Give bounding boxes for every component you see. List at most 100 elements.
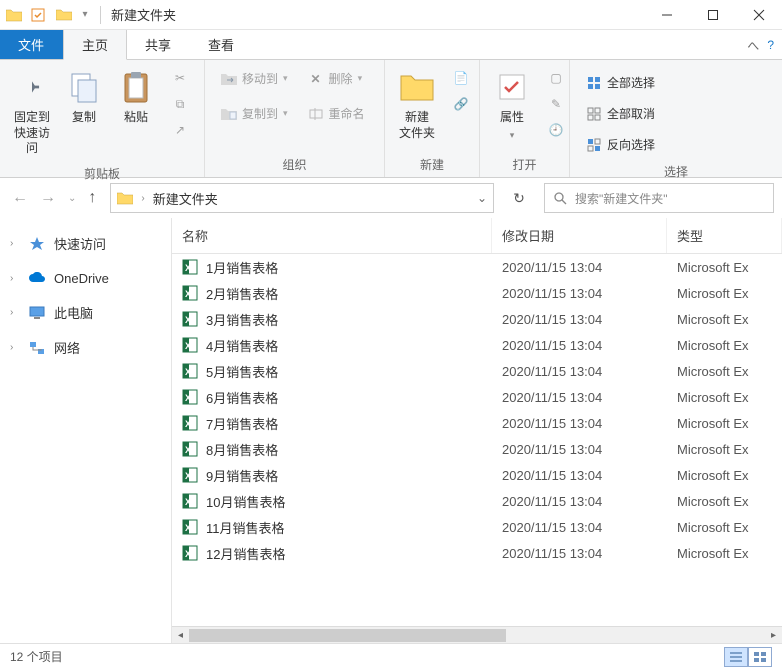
col-name[interactable]: 名称 [172,218,492,253]
cell-name: X2月销售表格 [172,284,492,303]
file-name: 6月销售表格 [206,388,278,407]
paste-shortcut-button[interactable]: ↗ [166,118,194,142]
copy-button[interactable]: 复制 [58,64,110,130]
copyto-icon [221,106,237,122]
table-row[interactable]: X8月销售表格2020/11/15 13:04Microsoft Ex [172,436,782,462]
table-row[interactable]: X1月销售表格2020/11/15 13:04Microsoft Ex [172,254,782,280]
history-button[interactable]: 🕘 [542,118,570,142]
cell-date: 2020/11/15 13:04 [492,416,667,431]
open-button[interactable]: ▢ [542,66,570,90]
close-button[interactable] [736,0,782,30]
rename-button[interactable]: 重命名 [302,101,371,126]
qat-folder-icon[interactable] [52,3,76,27]
file-name: 3月销售表格 [206,310,278,329]
paste-button[interactable]: 粘贴 [110,64,162,130]
qat-properties-icon[interactable] [26,3,50,27]
table-row[interactable]: X12月销售表格2020/11/15 13:04Microsoft Ex [172,540,782,566]
col-date[interactable]: 修改日期 [492,218,667,253]
sidebar-item-network[interactable]: › 网络 [0,330,171,365]
invert-label: 反向选择 [607,136,655,153]
table-row[interactable]: X9月销售表格2020/11/15 13:04Microsoft Ex [172,462,782,488]
invert-button[interactable]: 反向选择 [580,132,661,157]
file-name: 10月销售表格 [206,492,285,511]
view-details-button[interactable] [724,647,748,667]
cell-name: X1月销售表格 [172,258,492,277]
cell-type: Microsoft Ex [667,520,782,535]
file-name: 5月销售表格 [206,362,278,381]
newfolder-button[interactable]: 新建 文件夹 [391,64,443,145]
horizontal-scrollbar[interactable]: ◂ ▸ [172,626,782,643]
newitem-button[interactable]: 📄 [447,66,475,90]
chevron-down-icon: ▾ [358,73,363,84]
recent-dropdown[interactable]: ⌄ [68,193,76,204]
cell-date: 2020/11/15 13:04 [492,364,667,379]
chevron-down-icon: ▾ [283,108,288,119]
tab-share[interactable]: 共享 [127,30,190,59]
ribbon: 固定到 快速访问 复制 粘贴 ✂ ⧉ ↗ 剪贴板 [0,60,782,178]
qat-dropdown-icon[interactable]: ▾ [78,3,92,27]
group-clipboard: 固定到 快速访问 复制 粘贴 ✂ ⧉ ↗ 剪贴板 [0,60,205,177]
search-input[interactable]: 搜索"新建文件夹" [544,183,774,213]
properties-label: 属性 [500,110,524,126]
table-row[interactable]: X4月销售表格2020/11/15 13:04Microsoft Ex [172,332,782,358]
sidebar-item-quickaccess[interactable]: › 快速访问 [0,226,171,261]
sidebar-item-onedrive[interactable]: › OneDrive [0,261,171,295]
properties-button[interactable]: 属性 ▾ [486,64,538,145]
svg-text:X: X [185,445,191,455]
scroll-right-icon[interactable]: ▸ [765,630,782,641]
file-name: 1月销售表格 [206,258,278,277]
minimize-button[interactable] [644,0,690,30]
edit-icon: ✎ [548,96,564,112]
cell-name: X10月销售表格 [172,492,492,511]
tab-view[interactable]: 查看 [190,30,253,59]
maximize-button[interactable] [690,0,736,30]
svg-text:X: X [185,471,191,481]
nav-bar: ← → ⌄ ↑ › 新建文件夹 ⌄ ↻ 搜索"新建文件夹" [0,178,782,218]
table-row[interactable]: X6月销售表格2020/11/15 13:04Microsoft Ex [172,384,782,410]
group-select: 全部选择 全部取消 反向选择 选择 [570,60,782,177]
sidebar-item-thispc[interactable]: › 此电脑 [0,295,171,330]
paste-label: 粘贴 [124,110,148,126]
back-button[interactable]: ← [12,189,28,207]
table-row[interactable]: X3月销售表格2020/11/15 13:04Microsoft Ex [172,306,782,332]
moveto-button[interactable]: 移动到 ▾ [215,66,294,91]
table-row[interactable]: X10月销售表格2020/11/15 13:04Microsoft Ex [172,488,782,514]
delete-button[interactable]: ✕ 删除 ▾ [302,66,371,91]
up-button[interactable]: ↑ [88,189,96,207]
breadcrumb[interactable]: 新建文件夹 [153,189,469,208]
selectall-button[interactable]: 全部选择 [580,70,661,95]
edit-button[interactable]: ✎ [542,92,570,116]
selectall-icon [586,75,602,91]
address-dropdown-icon[interactable]: ⌄ [477,191,487,205]
cell-date: 2020/11/15 13:04 [492,338,667,353]
table-row[interactable]: X7月销售表格2020/11/15 13:04Microsoft Ex [172,410,782,436]
cut-button[interactable]: ✂ [166,66,194,90]
pin-quickaccess-button[interactable]: 固定到 快速访问 [6,64,58,161]
cell-type: Microsoft Ex [667,416,782,431]
copyto-button[interactable]: 复制到 ▾ [215,101,294,126]
forward-button[interactable]: → [40,189,56,207]
cell-type: Microsoft Ex [667,468,782,483]
tab-file[interactable]: 文件 [0,30,63,59]
chevron-right-icon: › [10,238,20,249]
ribbon-collapse[interactable]: へ ? [747,30,774,60]
copypath-button[interactable]: ⧉ [166,92,194,116]
scroll-thumb[interactable] [189,629,506,642]
col-type[interactable]: 类型 [667,218,782,253]
cell-name: X9月销售表格 [172,466,492,485]
search-icon [553,191,567,205]
table-row[interactable]: X5月销售表格2020/11/15 13:04Microsoft Ex [172,358,782,384]
scroll-left-icon[interactable]: ◂ [172,630,189,641]
window-title: 新建文件夹 [105,5,644,24]
address-bar[interactable]: › 新建文件夹 ⌄ [110,183,494,213]
scroll-track[interactable] [189,627,765,643]
help-icon[interactable]: ? [767,38,774,52]
refresh-button[interactable]: ↻ [504,190,534,207]
selectnone-button[interactable]: 全部取消 [580,101,661,126]
view-large-button[interactable] [748,647,772,667]
tab-home[interactable]: 主页 [63,30,127,60]
table-row[interactable]: X11月销售表格2020/11/15 13:04Microsoft Ex [172,514,782,540]
table-row[interactable]: X2月销售表格2020/11/15 13:04Microsoft Ex [172,280,782,306]
copyto-label: 复制到 [242,105,278,122]
easyaccess-button[interactable]: 🔗 [447,92,475,116]
